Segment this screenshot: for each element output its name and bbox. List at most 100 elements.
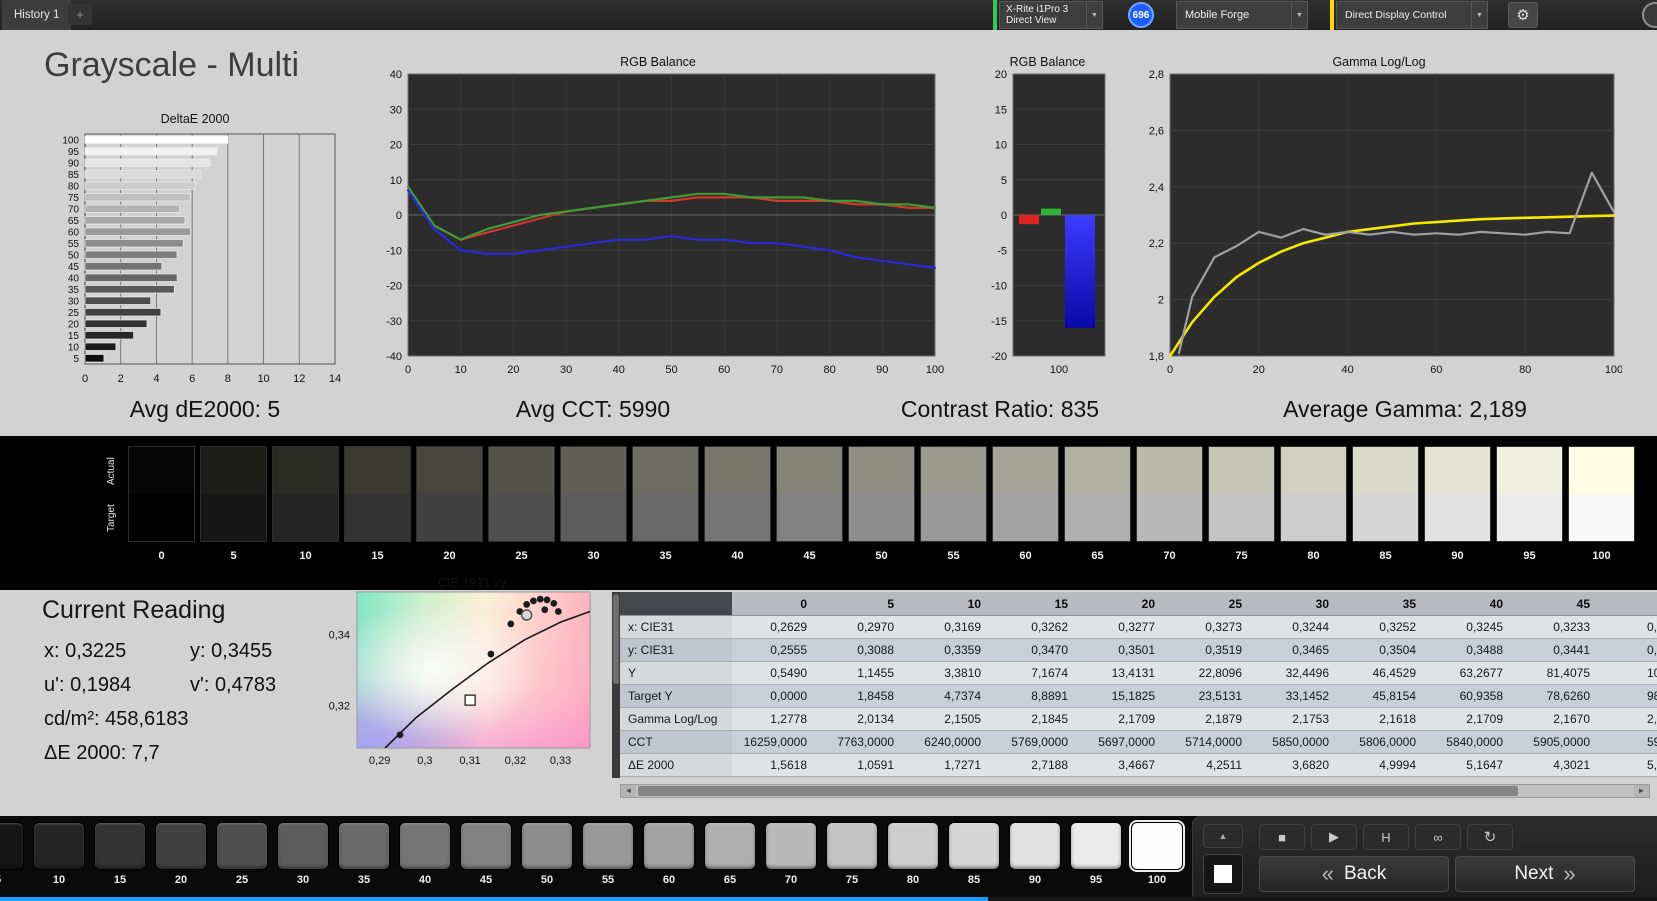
- add-tab-button[interactable]: +: [68, 4, 92, 25]
- grayscale-patch-button[interactable]: [0, 822, 24, 870]
- marker-button[interactable]: H: [1363, 824, 1409, 850]
- grayscale-patch-button[interactable]: [1070, 822, 1122, 870]
- table-cell: 0,3169: [906, 616, 993, 639]
- chevrons-left-icon: «: [1321, 861, 1334, 886]
- refresh-button[interactable]: ↻: [1467, 824, 1513, 850]
- grayscale-patch-button[interactable]: [643, 822, 695, 870]
- table-row-label: y: CIE31: [620, 639, 732, 662]
- meter-dropdown[interactable]: X-Rite i1Pro 3 Direct View ▼: [999, 1, 1103, 29]
- meter-count-badge[interactable]: 696: [1128, 2, 1154, 28]
- table-cell: 4,7374: [906, 685, 993, 708]
- svg-text:14: 14: [329, 373, 341, 385]
- table-column-header: 20: [1080, 592, 1167, 616]
- table-cell: 22,8096: [1167, 662, 1254, 685]
- table-cell: 0,3359: [906, 639, 993, 662]
- svg-text:0,34: 0,34: [329, 630, 350, 642]
- patch-label: 95: [1089, 874, 1103, 886]
- table-cell: 5850,0000: [1254, 731, 1341, 754]
- swatch-label: 20: [443, 550, 456, 562]
- svg-text:15: 15: [68, 331, 80, 342]
- scrollbar-thumb[interactable]: [638, 786, 1518, 796]
- patch-label: 30: [296, 874, 310, 886]
- play-button[interactable]: ▶: [1311, 824, 1357, 850]
- edge-panel-button[interactable]: [1642, 2, 1657, 28]
- pattern-bar: 0510152025303540455055606570758085909510…: [0, 816, 1657, 901]
- pattern-bar-scrollbar[interactable]: [0, 897, 1657, 901]
- table-cell: 0,0000: [732, 685, 819, 708]
- swatch-label: 15: [371, 550, 384, 562]
- grayscale-patch-button[interactable]: [582, 822, 634, 870]
- grayscale-patch-button[interactable]: [765, 822, 817, 870]
- swatch-target: [1065, 494, 1130, 541]
- stop-button[interactable]: ■: [1259, 824, 1305, 850]
- grayscale-patch-button[interactable]: [33, 822, 85, 870]
- settings-button[interactable]: ⚙: [1508, 2, 1538, 28]
- table-cell: 2,167: [1602, 708, 1657, 731]
- scroll-right-button[interactable]: ►: [1634, 785, 1649, 797]
- grayscale-patch-button[interactable]: [216, 822, 268, 870]
- continuous-button[interactable]: ∞: [1415, 824, 1461, 850]
- table-cell: 3,6820: [1254, 754, 1341, 777]
- pattern-source-dropdown[interactable]: Mobile Forge ▼: [1176, 1, 1308, 29]
- grayscale-patch-button[interactable]: [887, 822, 939, 870]
- chevron-down-icon: ▼: [1291, 2, 1307, 28]
- svg-text:80: 80: [823, 364, 835, 376]
- grayscale-patch-button[interactable]: [826, 822, 878, 870]
- swatch-actual: [1209, 447, 1274, 494]
- grayscale-patch-button[interactable]: [399, 822, 451, 870]
- patch-label: 55: [601, 874, 615, 886]
- scroll-left-button[interactable]: ◄: [621, 785, 636, 797]
- grayscale-patch-button[interactable]: [155, 822, 207, 870]
- table-horizontal-scrollbar[interactable]: ◄ ►: [620, 784, 1650, 798]
- grayscale-patch-button[interactable]: [1131, 822, 1183, 870]
- pattern-source-label: Mobile Forge: [1185, 9, 1250, 21]
- grayscale-patch-button[interactable]: [460, 822, 512, 870]
- grayscale-patch-button[interactable]: [704, 822, 756, 870]
- next-button[interactable]: Next »: [1455, 856, 1635, 892]
- swatch-actual: [1569, 447, 1634, 494]
- stat-contrast-ratio: Contrast Ratio: 835: [900, 396, 1100, 422]
- svg-text:-20: -20: [991, 351, 1007, 363]
- active-patch-indicator[interactable]: [1203, 854, 1243, 894]
- svg-text:30: 30: [390, 104, 402, 116]
- table-cell: 7763,0000: [819, 731, 906, 754]
- table-cell: 0,2970: [819, 616, 906, 639]
- grayscale-patch-button[interactable]: [277, 822, 329, 870]
- swatch-actual: [1137, 447, 1202, 494]
- table-cell: 0,2555: [732, 639, 819, 662]
- grayscale-patch-button[interactable]: [94, 822, 146, 870]
- current-reading-title: Current Reading: [42, 596, 226, 624]
- panel-expand-button[interactable]: ▲: [1203, 824, 1243, 848]
- grayscale-patch-button[interactable]: [338, 822, 390, 870]
- calman-grayscale-page: History 1 + X-Rite i1Pro 3 Direct View ▼…: [0, 0, 1657, 901]
- display-control-label: Direct Display Control: [1345, 9, 1447, 21]
- table-cell: 2,1709: [1428, 708, 1515, 731]
- table-cell: 2,1753: [1254, 708, 1341, 731]
- pattern-bar-scrollbar-thumb[interactable]: [0, 897, 988, 901]
- meter-status-stripe: [993, 0, 997, 30]
- marker-icon: H: [1381, 829, 1391, 845]
- svg-text:15: 15: [995, 104, 1007, 116]
- svg-text:20: 20: [995, 69, 1007, 81]
- stat-avg-cct: Avg CCT: 5990: [515, 396, 671, 422]
- grayscale-patch-button[interactable]: [948, 822, 1000, 870]
- swatch-label: 50: [875, 550, 888, 562]
- display-control-dropdown[interactable]: Direct Display Control ▼: [1336, 1, 1488, 29]
- grayscale-swatch: [1064, 446, 1131, 542]
- grayscale-swatch: [1496, 446, 1563, 542]
- grayscale-patch-button[interactable]: [521, 822, 573, 870]
- swatch-label: 55: [947, 550, 960, 562]
- table-row: Gamma Log/Log 1,2778 2,0134 2,1505 2,1845 2,1…: [620, 708, 1657, 731]
- swatch-actual: [849, 447, 914, 494]
- svg-text:10: 10: [257, 373, 269, 385]
- table-vertical-scrollbar[interactable]: [612, 592, 620, 778]
- table-row-label: CCT: [620, 731, 732, 754]
- grayscale-patch-button[interactable]: [1009, 822, 1061, 870]
- back-button[interactable]: « Back: [1259, 856, 1449, 892]
- history-tab[interactable]: History 1: [2, 0, 72, 30]
- grayscale-swatch: [128, 446, 195, 542]
- table-cell: 0,3273: [1167, 616, 1254, 639]
- table-cell: 0,3088: [819, 639, 906, 662]
- table-cell: 8,8891: [993, 685, 1080, 708]
- infinity-icon: ∞: [1433, 829, 1443, 845]
